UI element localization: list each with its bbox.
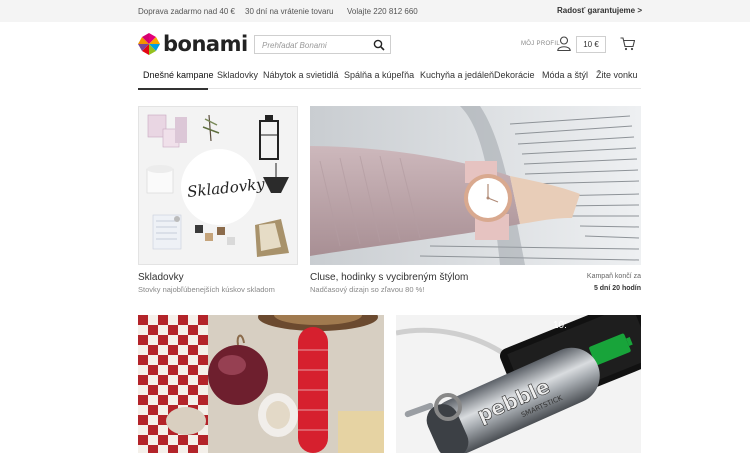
nav-item-skladovky[interactable]: Skladovky — [217, 70, 258, 80]
nav-item-dekoracie[interactable]: Dekorácie — [494, 70, 535, 80]
returns-info: 30 dní na vrátenie tovaru — [245, 7, 334, 16]
logo-flower-icon — [138, 33, 160, 55]
campaign-image-kitchen[interactable] — [138, 315, 384, 453]
bonami-logo[interactable]: bonami — [138, 32, 248, 56]
campaign-image-skladovky[interactable]: Skladovky — [138, 106, 298, 265]
nav-item-moda[interactable]: Móda a štýl — [542, 70, 588, 80]
active-tab-indicator — [138, 88, 208, 90]
kitchen-photo-image — [138, 315, 384, 453]
guarantee-link[interactable]: Radosť garantujeme > — [557, 6, 642, 15]
campaign-title-cluse[interactable]: Cluse, hodinky s vycibreným štýlom — [310, 272, 468, 283]
search-input[interactable] — [262, 39, 372, 51]
campaign-image-pebble[interactable]: pebble SMARTSTICK 10: — [396, 315, 641, 453]
cart-value[interactable]: 10 € — [576, 36, 606, 53]
watch-photo-image — [310, 106, 641, 265]
campaign-subtitle-skladovky: Stovky najobľúbenejších kúskov skladom — [138, 285, 275, 294]
user-icon[interactable] — [557, 36, 571, 51]
phone-clock-text: 10: — [553, 320, 567, 331]
search-box[interactable] — [254, 35, 391, 54]
shipping-info: Doprava zadarmo nad 40 € — [138, 7, 235, 16]
profile-label[interactable]: MÔJ PROFIL — [521, 41, 560, 47]
campaign-ends-value: 5 dní 20 hodín — [593, 285, 641, 292]
logo-text: bonami — [163, 32, 248, 56]
campaign-image-cluse[interactable] — [310, 106, 641, 265]
powerbank-photo-image: pebble SMARTSTICK 10: — [396, 315, 641, 453]
nav-item-dnesne-kampane[interactable]: Dnešné kampane — [143, 70, 214, 80]
cart-icon[interactable] — [620, 37, 635, 51]
campaign-ends-label: Kampaň končí za — [586, 273, 641, 280]
nav-item-nabytok[interactable]: Nábytok a svietidlá — [263, 70, 339, 80]
campaign-subtitle-cluse: Nadčasový dizajn so zľavou 80 %! — [310, 285, 425, 294]
phone-info: Volajte 220 812 660 — [347, 7, 418, 16]
top-info-bar: Doprava zadarmo nad 40 € 30 dní na vráte… — [0, 0, 750, 22]
search-icon[interactable] — [373, 39, 385, 51]
nav-item-spalna[interactable]: Spálňa a kúpeľňa — [344, 70, 414, 80]
main-nav: Dnešné kampane Skladovky Nábytok a sviet… — [138, 67, 641, 90]
campaign-title-skladovky[interactable]: Skladovky — [138, 272, 184, 283]
nav-item-kuchyna[interactable]: Kuchyňa a jedáleň — [420, 70, 494, 80]
nav-item-zite-vonku[interactable]: Žite vonku — [596, 70, 638, 80]
